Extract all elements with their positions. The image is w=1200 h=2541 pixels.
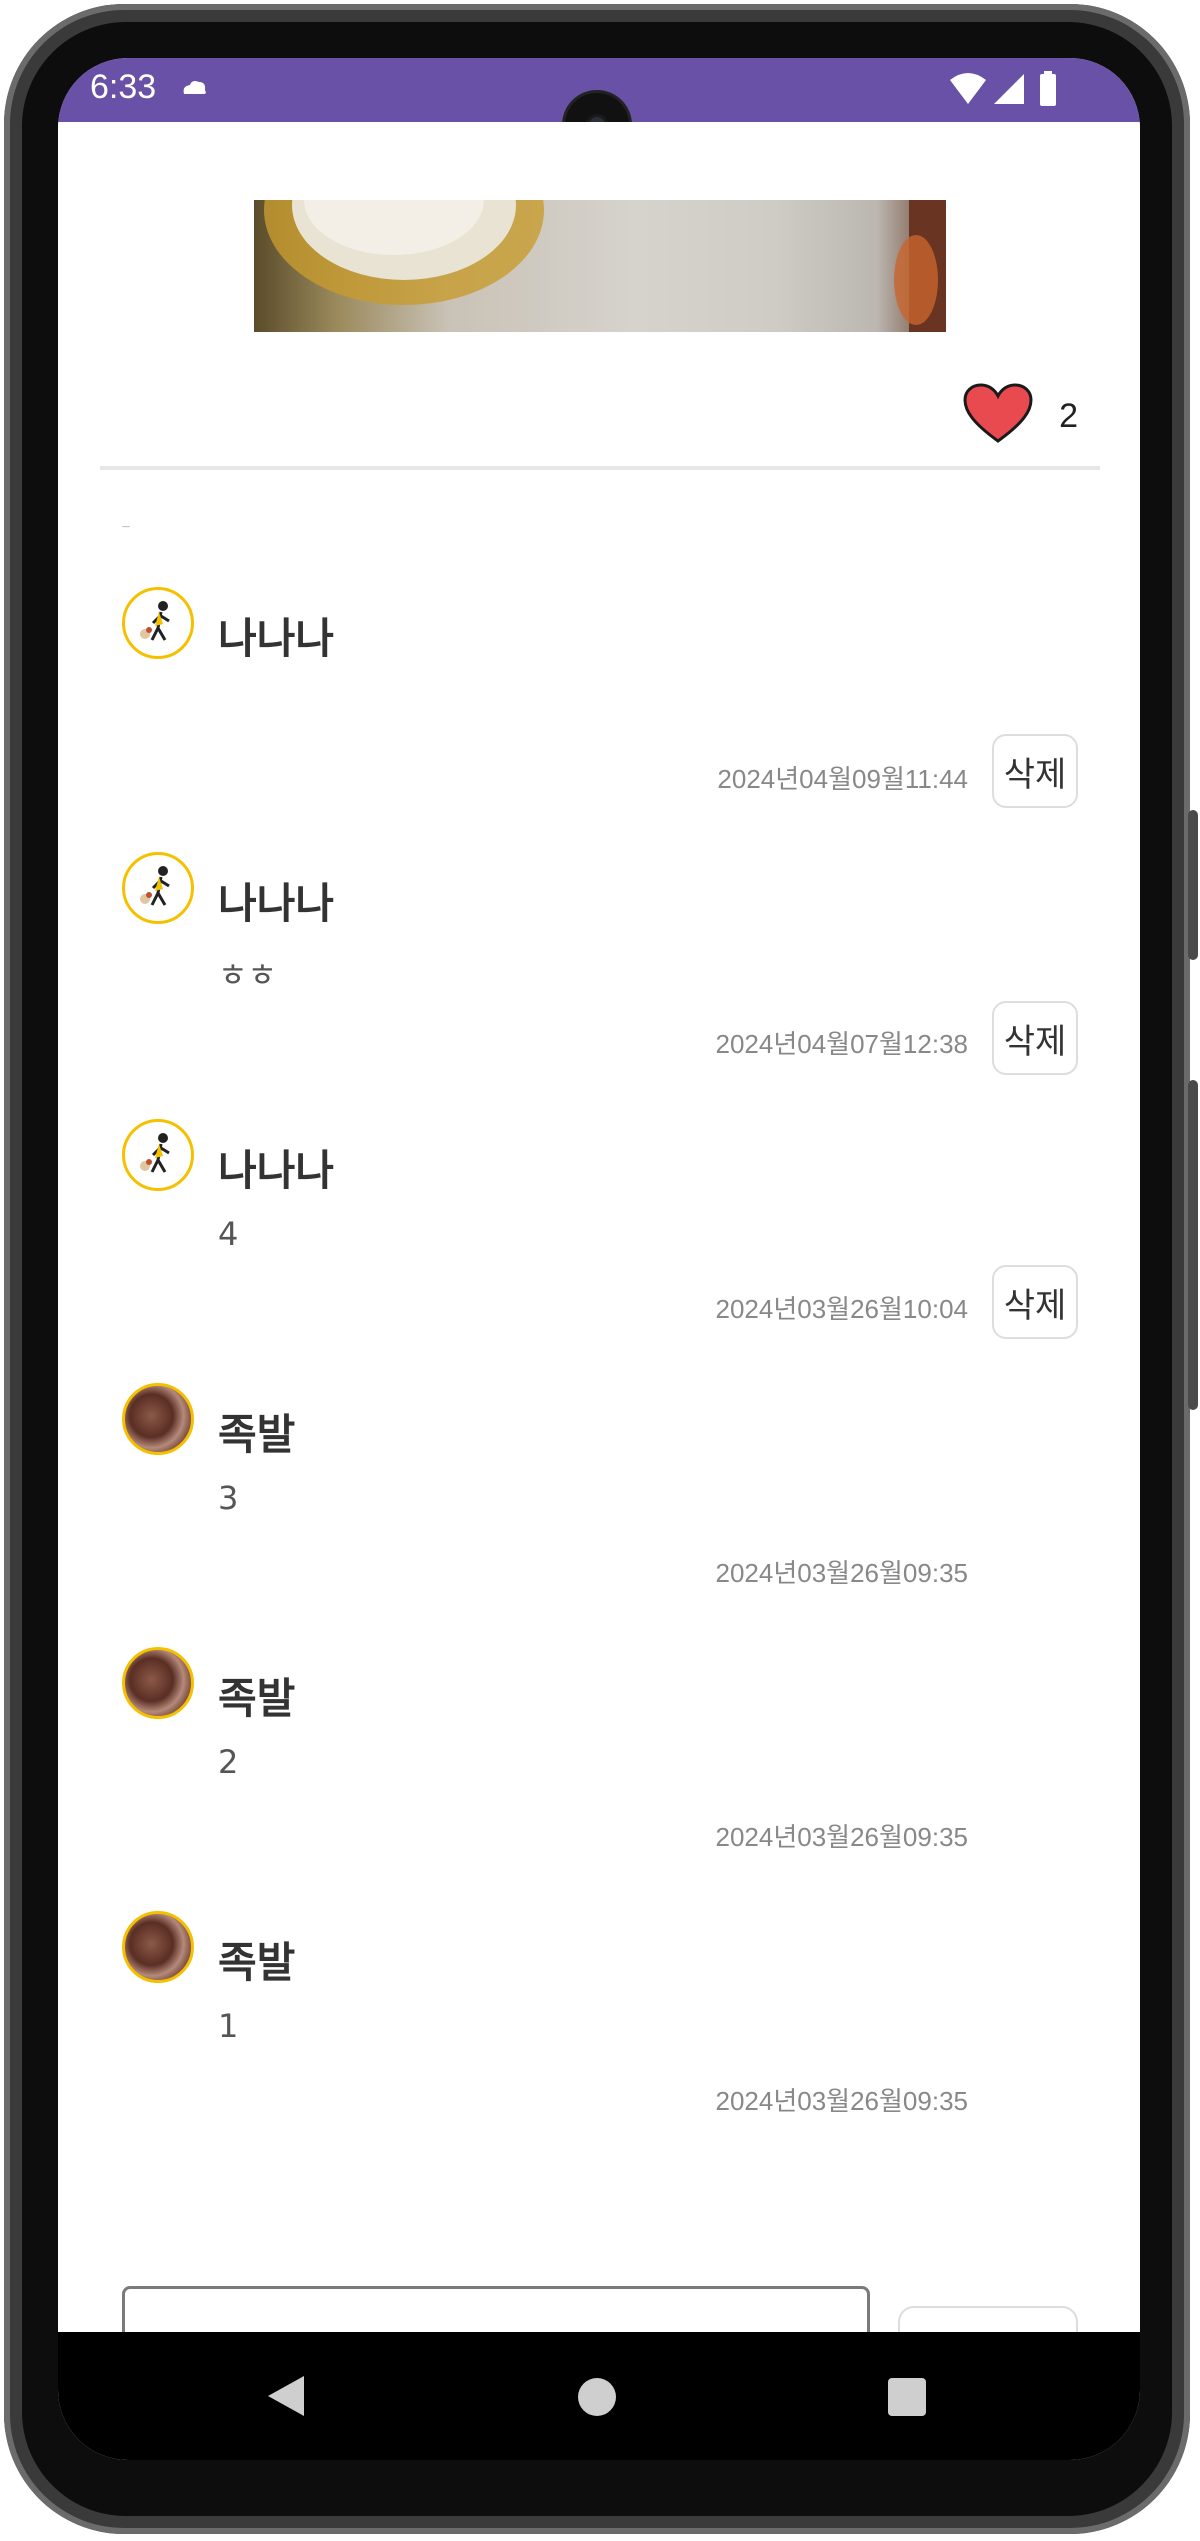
comment-text: 1 xyxy=(218,2007,239,2045)
avatar xyxy=(122,1383,194,1455)
post-detail-content: 2 — 나나나 2024년04월09월11:44 삭제 나나나 ㅎㅎ 2024년… xyxy=(58,122,1140,2432)
comment-username: 족발 xyxy=(218,1939,296,1986)
walking-person-icon xyxy=(140,866,170,906)
comment-item: 나나나 2024년04월09월11:44 삭제 xyxy=(58,587,1140,808)
comment-text: ㅎㅎ xyxy=(218,956,277,994)
avatar xyxy=(122,587,194,659)
avatar xyxy=(122,1119,194,1191)
like-row: 2 xyxy=(963,383,1078,449)
navigation-bar xyxy=(58,2332,1140,2460)
signal-icon xyxy=(994,74,1024,104)
power-button xyxy=(1188,810,1198,960)
walking-person-icon xyxy=(140,1133,170,1173)
comment-username: 나나나 xyxy=(218,1147,334,1194)
comment-item: 족발 2 2024년03월26월09:35 xyxy=(58,1647,1140,1857)
volume-button xyxy=(1188,1080,1198,1410)
battery-icon xyxy=(1040,71,1056,106)
comment-item: 족발 1 2024년03월26월09:35 xyxy=(58,1911,1140,2121)
tiny-mark: — xyxy=(122,522,130,531)
comment-username: 나나나 xyxy=(218,880,334,927)
delete-button[interactable]: 삭제 xyxy=(992,734,1078,808)
comment-username: 족발 xyxy=(218,1675,296,1722)
heart-icon[interactable] xyxy=(963,383,1033,449)
avatar xyxy=(122,1911,194,1983)
walking-person-icon xyxy=(140,601,170,641)
comment-username: 족발 xyxy=(218,1411,296,1458)
divider xyxy=(100,466,1100,470)
avatar xyxy=(122,1647,194,1719)
like-count: 2 xyxy=(1059,396,1078,435)
phone-screen: 6:33 2 — 나나나 2024년04월09월11:44 삭제 나나나 ㅎㅎ … xyxy=(58,58,1140,2460)
delete-button[interactable]: 삭제 xyxy=(992,1001,1078,1075)
delete-button[interactable]: 삭제 xyxy=(992,1265,1078,1339)
comment-text: 4 xyxy=(218,1215,239,1253)
comment-timestamp: 2024년03월26월10:04 xyxy=(715,1294,968,1324)
comment-item: 나나나 ㅎㅎ 2024년04월07월12:38 삭제 xyxy=(58,852,1140,1075)
cloud-icon xyxy=(180,78,208,100)
status-icons xyxy=(948,70,1068,114)
recents-icon[interactable] xyxy=(888,2378,926,2416)
post-image xyxy=(254,200,946,332)
comment-timestamp: 2024년03월26월09:35 xyxy=(715,2086,968,2116)
status-time: 6:33 xyxy=(90,68,157,106)
comment-item: 나나나 4 2024년03월26월10:04 삭제 xyxy=(58,1119,1140,1339)
comment-timestamp: 2024년04월09월11:44 xyxy=(717,764,968,794)
comment-item: 족발 3 2024년03월26월09:35 xyxy=(58,1383,1140,1593)
comment-timestamp: 2024년03월26월09:35 xyxy=(715,1822,968,1852)
device-frame: 6:33 2 — 나나나 2024년04월09월11:44 삭제 나나나 ㅎㅎ … xyxy=(0,0,1200,2541)
back-icon[interactable] xyxy=(266,2374,306,2422)
home-icon[interactable] xyxy=(578,2378,616,2416)
comment-username: 나나나 xyxy=(218,615,334,662)
wifi-icon xyxy=(950,73,986,104)
comment-timestamp: 2024년03월26월09:35 xyxy=(715,1558,968,1588)
comment-text: 2 xyxy=(218,1743,239,1781)
comment-timestamp: 2024년04월07월12:38 xyxy=(715,1029,968,1059)
avatar xyxy=(122,852,194,924)
comment-text: 3 xyxy=(218,1479,239,1517)
